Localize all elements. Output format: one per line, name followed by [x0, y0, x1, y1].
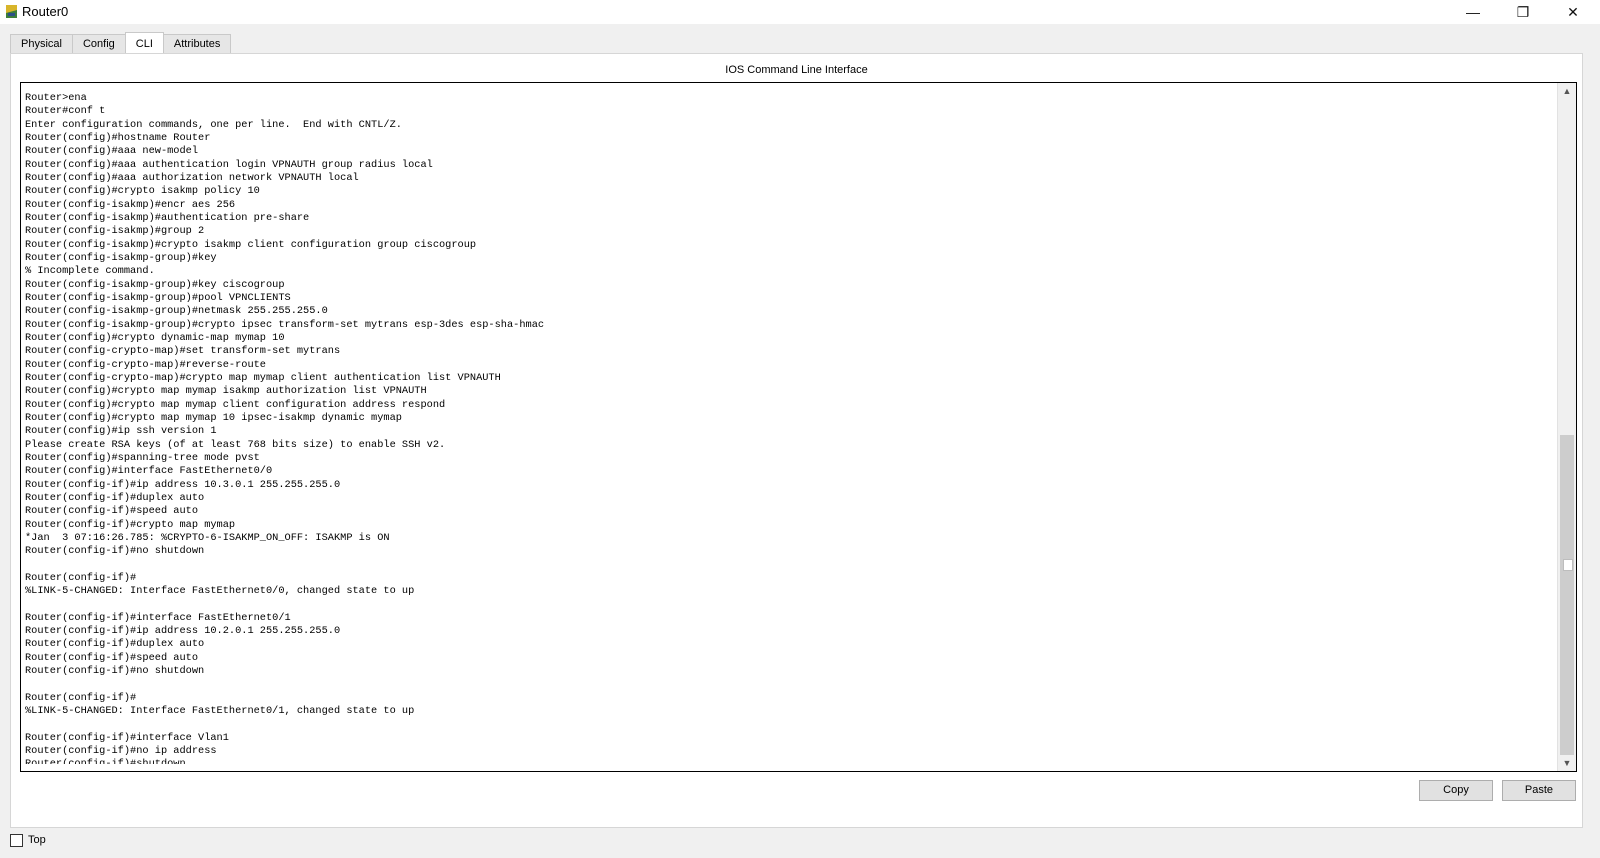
top-checkbox[interactable]	[10, 834, 23, 847]
paste-button[interactable]: Paste	[1502, 780, 1576, 801]
close-button[interactable]: ✕	[1550, 0, 1596, 24]
scroll-grip-icon	[1563, 559, 1573, 571]
scroll-down-icon[interactable]: ▼	[1558, 755, 1576, 771]
window-title: Router0	[22, 4, 69, 19]
cli-terminal[interactable]: Router>ena Router#conf t Enter configura…	[20, 82, 1577, 772]
terminal-scrollbar[interactable]: ▲ ▼	[1557, 83, 1576, 771]
minimize-button[interactable]: —	[1450, 0, 1496, 24]
tab-physical[interactable]: Physical	[10, 34, 73, 53]
copy-button[interactable]: Copy	[1419, 780, 1493, 801]
maximize-button[interactable]: ❐	[1500, 0, 1546, 24]
router-app-icon	[6, 5, 17, 18]
tab-attributes[interactable]: Attributes	[162, 34, 232, 53]
scroll-up-icon[interactable]: ▲	[1558, 83, 1576, 99]
tab-cli[interactable]: CLI	[124, 32, 164, 53]
title-bar: Router0 — ❐ ✕	[0, 0, 1600, 24]
cli-heading: IOS Command Line Interface	[725, 64, 868, 76]
cli-output-text[interactable]: Router>ena Router#conf t Enter configura…	[25, 92, 1553, 764]
tab-bar: Physical Config CLI Attributes	[10, 32, 232, 53]
top-checkbox-label: Top	[28, 834, 46, 846]
scroll-thumb[interactable]	[1560, 435, 1574, 755]
tab-config[interactable]: Config	[71, 34, 126, 53]
